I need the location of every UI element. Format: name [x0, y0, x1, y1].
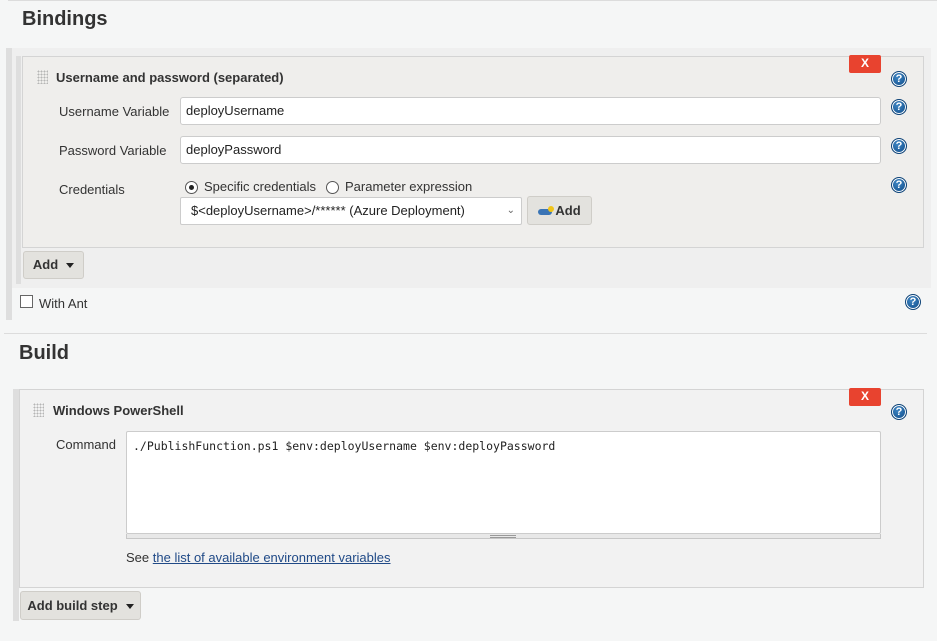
add-build-step-button[interactable]: Add build step [20, 591, 141, 620]
help-icon[interactable]: ? [891, 71, 907, 87]
password-variable-input[interactable]: deployPassword [180, 136, 881, 164]
specific-credentials-radio[interactable] [185, 181, 198, 194]
help-icon[interactable]: ? [891, 138, 907, 154]
credentials-selected-value: $<deployUsername>/****** (Azure Deployme… [191, 203, 465, 218]
key-icon [538, 205, 555, 215]
command-textarea[interactable]: ./PublishFunction.ps1 $env:deployUsernam… [126, 431, 881, 534]
credentials-label: Credentials [59, 182, 125, 197]
delete-build-step-button[interactable]: X [849, 388, 881, 406]
top-divider [8, 0, 937, 1]
add-credentials-button[interactable]: Add [527, 196, 592, 225]
bindings-left-bar [6, 48, 12, 320]
parameter-expression-radio[interactable] [326, 181, 339, 194]
credentials-select[interactable]: $<deployUsername>/****** (Azure Deployme… [180, 197, 522, 225]
section-divider [4, 333, 927, 334]
binding-title: Username and password (separated) [56, 70, 284, 85]
drag-handle-icon[interactable] [37, 70, 48, 84]
help-icon[interactable]: ? [891, 404, 907, 420]
env-vars-link[interactable]: the list of available environment variab… [153, 550, 391, 565]
help-icon[interactable]: ? [891, 99, 907, 115]
build-step-title: Windows PowerShell [53, 403, 184, 418]
bindings-section-title: Bindings [22, 8, 108, 30]
help-icon[interactable]: ? [905, 294, 921, 310]
drag-handle-icon[interactable] [33, 403, 44, 417]
chevron-down-icon: ⌄ [506, 205, 515, 216]
env-vars-hint: See the list of available environment va… [126, 550, 391, 565]
password-variable-label: Password Variable [59, 143, 167, 158]
resize-grip-icon [490, 535, 516, 538]
add-binding-label: Add [32, 257, 59, 272]
command-label: Command [56, 437, 116, 452]
add-credentials-label: Add [555, 203, 581, 218]
specific-credentials-label: Specific credentials [204, 179, 316, 194]
delete-binding-button[interactable]: X [849, 55, 881, 73]
build-section-title: Build [19, 342, 69, 364]
parameter-expression-label: Parameter expression [345, 179, 473, 194]
username-variable-label: Username Variable [59, 104, 170, 119]
see-prefix: See [126, 550, 150, 565]
binding-inner-bar [16, 56, 21, 284]
caret-down-icon [125, 604, 134, 610]
help-icon[interactable]: ? [891, 177, 907, 193]
with-ant-checkbox[interactable] [20, 295, 33, 308]
add-build-step-label: Add build step [27, 598, 118, 613]
username-variable-input[interactable]: deployUsername [180, 97, 881, 125]
add-binding-button[interactable]: Add [23, 251, 84, 279]
caret-down-icon [66, 263, 75, 269]
with-ant-label: With Ant [39, 296, 88, 311]
